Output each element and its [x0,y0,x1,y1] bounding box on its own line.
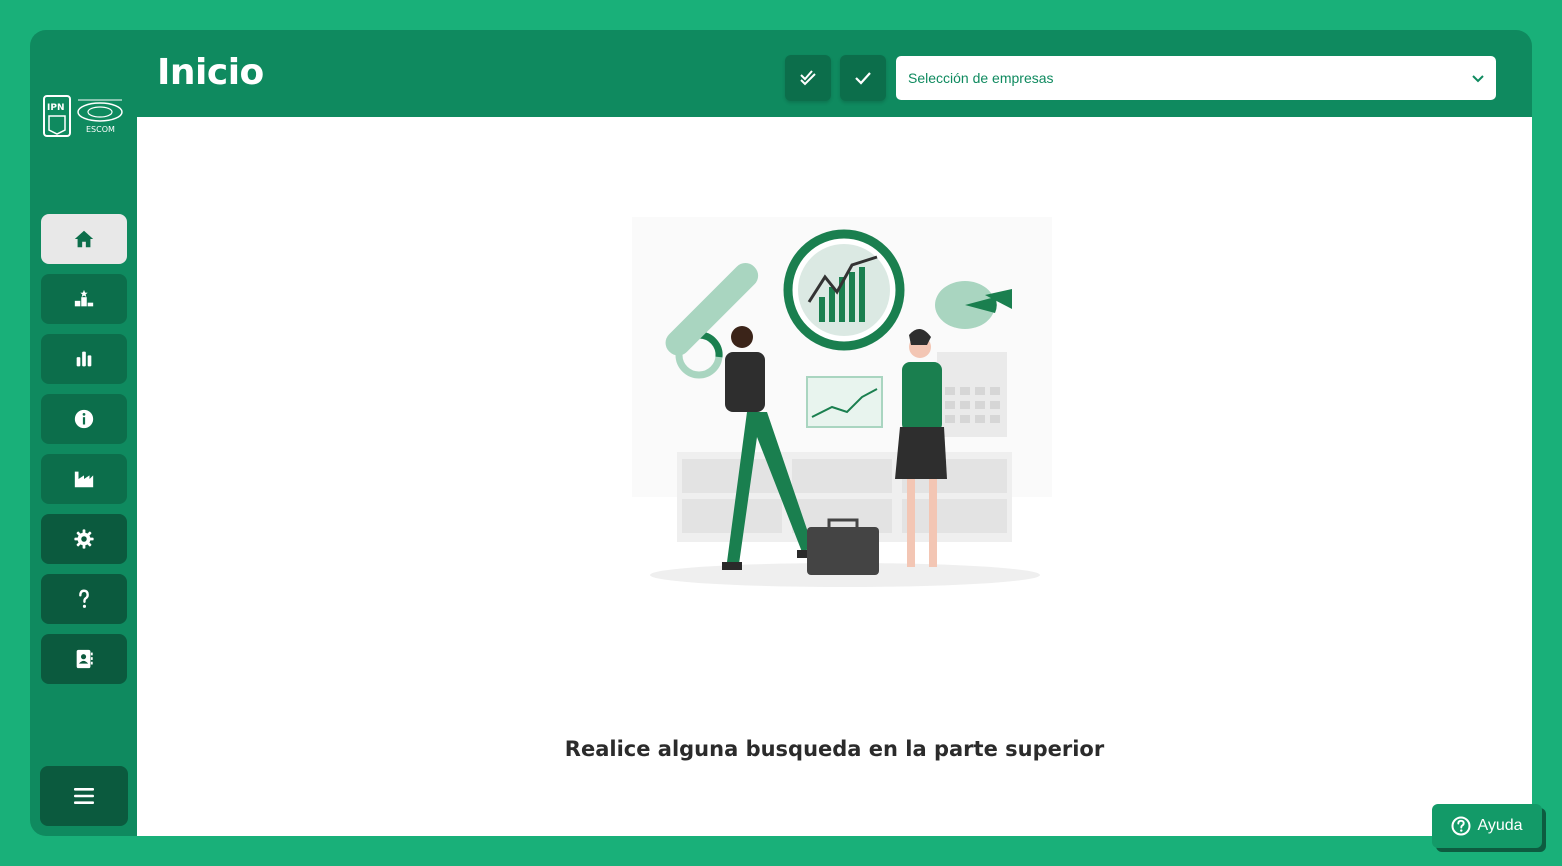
question-icon [79,589,89,608]
menu-toggle-button[interactable] [40,766,128,826]
sidebar-item-help[interactable] [41,574,127,624]
company-select-placeholder: Selección de empresas [908,70,1054,86]
info-icon [74,409,94,429]
header: Inicio Selección de empresas [137,30,1532,117]
ranking-podium-icon [74,289,94,307]
sidebar-item-contacts[interactable] [41,634,127,684]
select-all-button[interactable] [785,55,831,101]
main-content: Realice alguna busqueda en la parte supe… [137,117,1532,836]
help-button-label: Ayuda [1477,817,1523,834]
check-icon [855,72,871,85]
data-analysis-illustration [632,217,1052,587]
contact-book-icon [76,649,93,669]
sidebar-item-ranking[interactable] [41,274,127,324]
hamburger-icon [74,788,94,804]
double-check-icon [800,70,816,86]
home-icon [74,230,94,248]
factory-icon [74,471,94,488]
chevron-down-icon [1472,75,1484,83]
ipn-escom-logo: IPN ESCOM [43,95,123,137]
help-button[interactable]: Ayuda [1432,804,1542,848]
bar-chart-icon [76,351,92,367]
page-title: Inicio [157,52,264,93]
question-circle-icon [1451,816,1471,836]
empty-state-message: Realice alguna busqueda en la parte supe… [564,737,1105,761]
sidebar-item-home[interactable] [41,214,127,264]
sidebar: IPN ESCOM [30,30,137,836]
company-select[interactable]: Selección de empresas [896,56,1496,100]
sidebar-item-info[interactable] [41,394,127,444]
logo-text: ESCOM [86,125,115,134]
logo-mark: IPN [47,103,64,113]
sidebar-item-statistics[interactable] [41,334,127,384]
gear-icon [74,529,94,549]
sidebar-item-settings[interactable] [41,514,127,564]
app-window: IPN ESCOM Inicio Selección de empresas R… [30,30,1532,836]
confirm-selection-button[interactable] [840,55,886,101]
sidebar-item-companies[interactable] [41,454,127,504]
